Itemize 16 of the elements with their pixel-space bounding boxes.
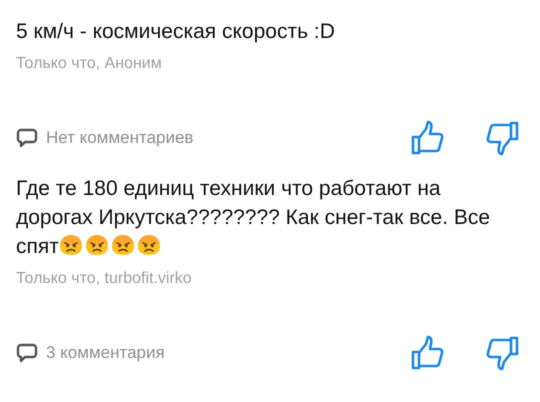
dislike-button[interactable] <box>484 335 520 371</box>
comment-icon <box>16 127 38 149</box>
post-meta: Только что, turbofit.virko <box>16 269 193 289</box>
comment-icon <box>16 342 38 364</box>
post-text: Где те 180 единиц техники что работают на дорогах Иркутска???????? Как снег-так все. Все спят <box>16 176 492 260</box>
frowning-face-icon <box>84 234 109 256</box>
like-button[interactable] <box>410 120 446 156</box>
frowning-face-icon <box>58 234 83 256</box>
comments-link[interactable]: 3 комментария <box>16 340 165 366</box>
post-text: 5 км/ч - космическая скорость :D <box>16 19 336 45</box>
like-button[interactable] <box>410 335 446 371</box>
dislike-button[interactable] <box>484 120 520 156</box>
comments-link[interactable]: Нет комментариев <box>16 125 194 151</box>
frowning-face-icon <box>136 234 161 256</box>
frowning-face-icon <box>110 234 135 256</box>
post-meta: Только что, Аноним <box>16 54 163 74</box>
